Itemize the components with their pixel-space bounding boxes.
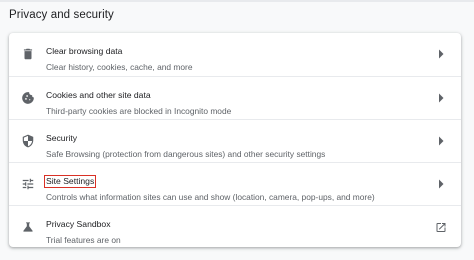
row-label: Cookies and other site data: [46, 90, 151, 100]
tune-sliders-icon: [20, 176, 36, 192]
site-settings-label: Site Settings: [43, 175, 97, 188]
shield-icon: [20, 133, 36, 149]
row-text: Site Settings Controls what information …: [43, 171, 421, 203]
row-description: Trial features are on: [46, 235, 121, 245]
chevron-right-icon[interactable]: [435, 134, 447, 148]
row-label: Clear browsing data: [46, 46, 123, 56]
row-label: Security: [46, 133, 78, 143]
row-description: Clear history, cookies, cache, and more: [46, 62, 193, 72]
row-text: Security Safe Browsing (protection from …: [46, 128, 421, 160]
cookie-icon: [20, 90, 36, 106]
security-row[interactable]: Security Safe Browsing (protection from …: [9, 119, 461, 162]
trash-icon: [20, 46, 36, 62]
row-text: Clear browsing data Clear history, cooki…: [46, 41, 421, 73]
privacy-settings-page: Privacy and security Clear browsing data…: [0, 0, 474, 260]
row-description: Safe Browsing (protection from dangerous…: [46, 149, 326, 159]
row-description: Controls what information sites can use …: [46, 192, 375, 202]
site-settings-row[interactable]: Site Settings Controls what information …: [9, 162, 461, 205]
privacy-settings-card: Clear browsing data Clear history, cooki…: [9, 33, 461, 247]
row-description: Third-party cookies are blocked in Incog…: [46, 106, 232, 116]
row-text: Cookies and other site data Third-party …: [46, 85, 421, 117]
cookies-row[interactable]: Cookies and other site data Third-party …: [9, 76, 461, 119]
section-title: Privacy and security: [9, 9, 114, 21]
flask-icon: [20, 219, 36, 235]
chevron-right-icon[interactable]: [435, 47, 447, 61]
privacy-sandbox-row[interactable]: Privacy Sandbox Trial features are on: [9, 205, 461, 247]
chevron-right-icon[interactable]: [435, 177, 447, 191]
clear-browsing-data-row[interactable]: Clear browsing data Clear history, cooki…: [9, 33, 461, 76]
chevron-right-icon[interactable]: [435, 91, 447, 105]
row-text: Privacy Sandbox Trial features are on: [46, 214, 421, 246]
top-divider: [0, 0, 474, 2]
row-label: Privacy Sandbox: [46, 219, 111, 229]
open-in-new-icon[interactable]: [435, 220, 447, 234]
